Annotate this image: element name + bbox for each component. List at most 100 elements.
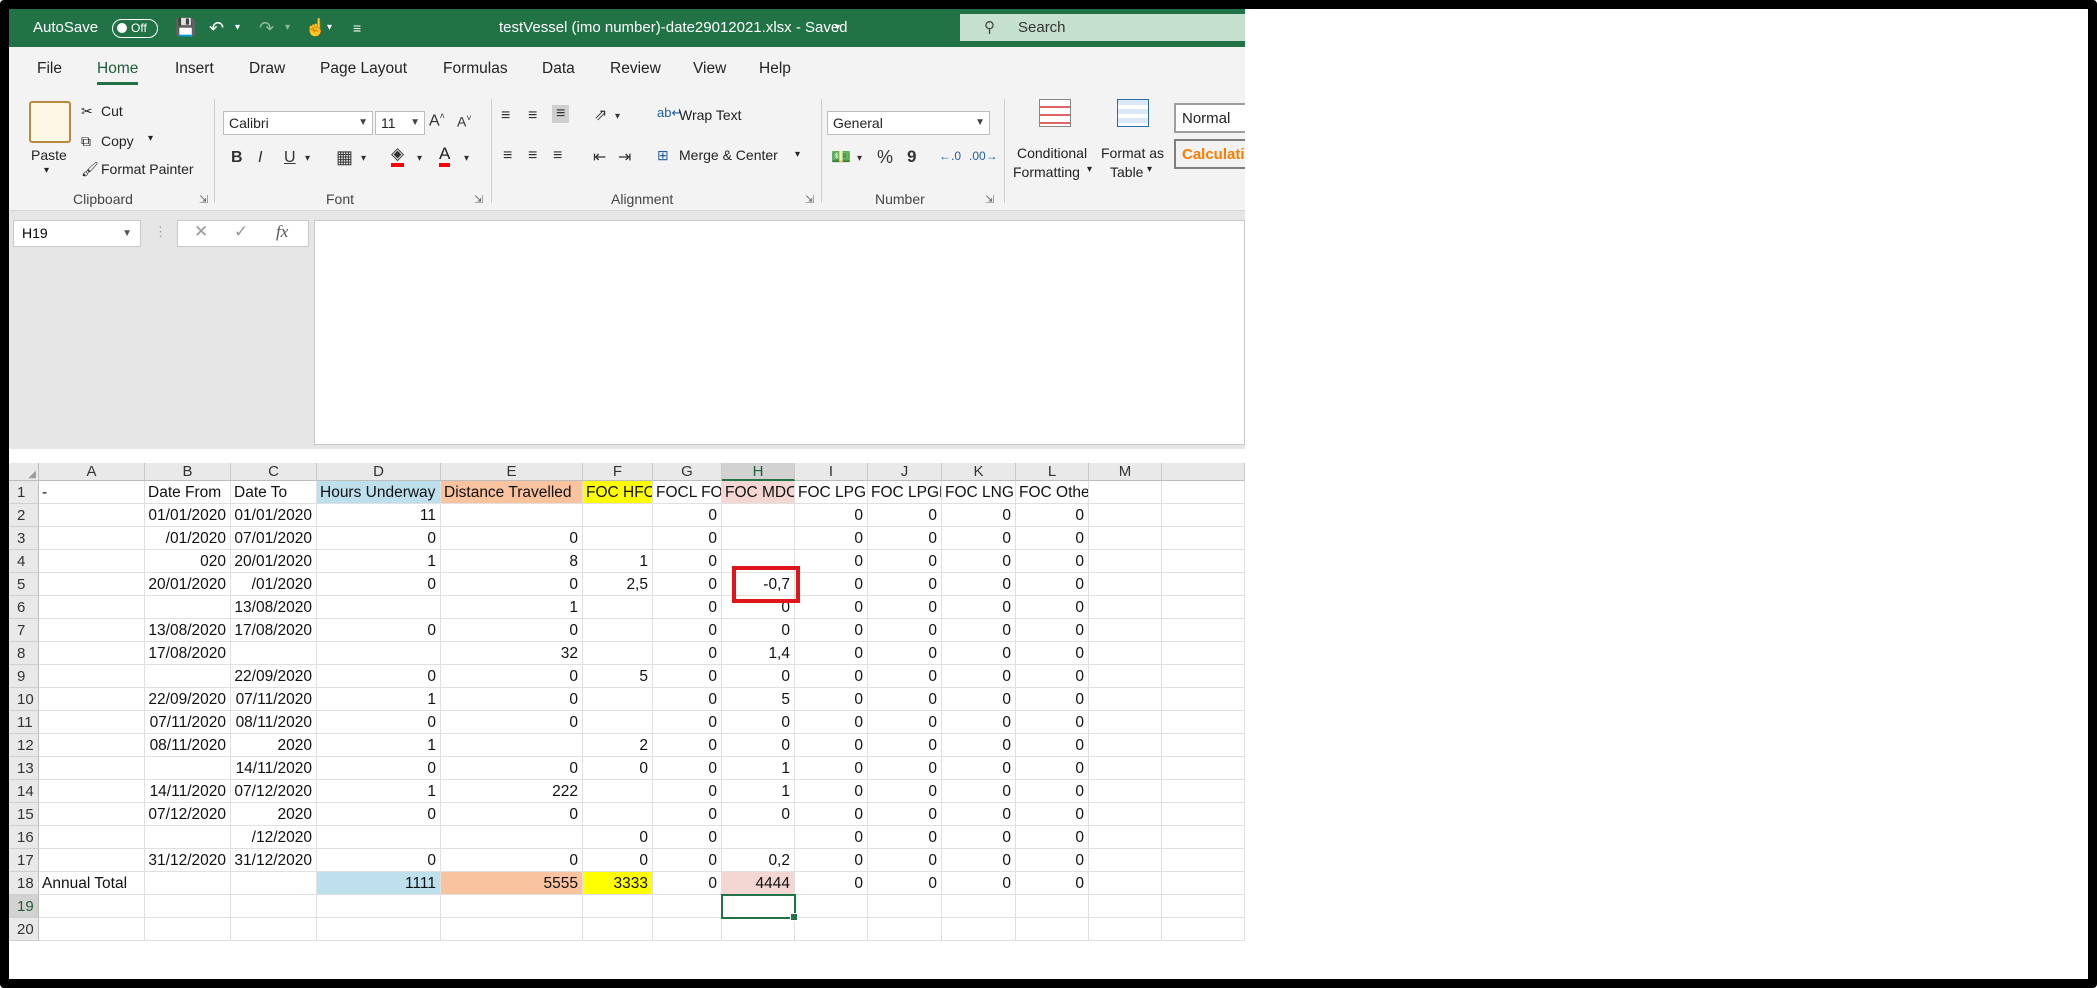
cell-a18[interactable]: Annual Total: [39, 872, 145, 895]
cell-l9[interactable]: 0: [1016, 665, 1089, 688]
cell-e9[interactable]: 0: [441, 665, 583, 688]
cell-k10[interactable]: 0: [942, 688, 1016, 711]
underline-dropdown-icon[interactable]: ▾: [305, 153, 310, 164]
cell-e5[interactable]: 0: [441, 573, 583, 596]
row-header-6[interactable]: 6: [9, 596, 39, 619]
cell-g20[interactable]: [653, 918, 722, 941]
cell-e8[interactable]: 32: [441, 642, 583, 665]
cell-h15[interactable]: 0: [722, 803, 795, 826]
increase-font-icon[interactable]: A˄: [429, 111, 445, 130]
bold-button[interactable]: B: [231, 149, 243, 167]
cell-g16[interactable]: 0: [653, 826, 722, 849]
cell-n18[interactable]: [1162, 872, 1245, 895]
formula-input[interactable]: [314, 220, 1245, 445]
insert-function-icon[interactable]: fx: [276, 222, 288, 242]
font-launcher-icon[interactable]: ⇲: [474, 193, 483, 206]
cell-e19[interactable]: [441, 895, 583, 918]
cell-m14[interactable]: [1089, 780, 1162, 803]
cell-m3[interactable]: [1089, 527, 1162, 550]
tab-file[interactable]: File: [37, 47, 62, 91]
cell-d1[interactable]: Hours Underway: [317, 481, 441, 504]
cell-k18[interactable]: 0: [942, 872, 1016, 895]
tab-page-layout[interactable]: Page Layout: [320, 47, 407, 91]
cell-d10[interactable]: 1: [317, 688, 441, 711]
style-normal[interactable]: Normal: [1174, 103, 1245, 133]
accounting-dropdown-icon[interactable]: ▾: [857, 153, 862, 164]
cell-i19[interactable]: [795, 895, 868, 918]
conditional-formatting-label-1[interactable]: Conditional: [1017, 145, 1087, 161]
cell-n8[interactable]: [1162, 642, 1245, 665]
cell-f15[interactable]: [583, 803, 653, 826]
cell-g4[interactable]: 0: [653, 550, 722, 573]
cell-j7[interactable]: 0: [868, 619, 942, 642]
cell-n9[interactable]: [1162, 665, 1245, 688]
cell-a3[interactable]: [39, 527, 145, 550]
cell-i12[interactable]: 0: [795, 734, 868, 757]
merge-center-button[interactable]: Merge & Center: [679, 147, 778, 163]
cell-b3[interactable]: /01/2020: [145, 527, 231, 550]
cell-g8[interactable]: 0: [653, 642, 722, 665]
font-color-dropdown-icon[interactable]: ▾: [464, 153, 469, 164]
cell-e7[interactable]: 0: [441, 619, 583, 642]
cell-k5[interactable]: 0: [942, 573, 1016, 596]
format-as-table-label-1[interactable]: Format as: [1101, 145, 1164, 161]
touch-dropdown-icon[interactable]: ▾: [327, 9, 332, 47]
cell-e15[interactable]: 0: [441, 803, 583, 826]
row-header-7[interactable]: 7: [9, 619, 39, 642]
style-calculation[interactable]: Calculation: [1174, 139, 1245, 169]
cell-m10[interactable]: [1089, 688, 1162, 711]
cell-i5[interactable]: 0: [795, 573, 868, 596]
cell-e20[interactable]: [441, 918, 583, 941]
cell-d12[interactable]: 1: [317, 734, 441, 757]
cell-g12[interactable]: 0: [653, 734, 722, 757]
column-header-k[interactable]: K: [942, 463, 1016, 481]
cell-b16[interactable]: [145, 826, 231, 849]
row-header-3[interactable]: 3: [9, 527, 39, 550]
cell-g10[interactable]: 0: [653, 688, 722, 711]
paste-button[interactable]: Paste: [31, 147, 67, 163]
format-as-table-icon[interactable]: [1117, 99, 1149, 127]
cell-d19[interactable]: [317, 895, 441, 918]
cell-n12[interactable]: [1162, 734, 1245, 757]
cell-l6[interactable]: 0: [1016, 596, 1089, 619]
cell-m1[interactable]: [1089, 481, 1162, 504]
cell-l7[interactable]: 0: [1016, 619, 1089, 642]
cell-l16[interactable]: 0: [1016, 826, 1089, 849]
cell-j3[interactable]: 0: [868, 527, 942, 550]
cell-k2[interactable]: 0: [942, 504, 1016, 527]
fill-color-dropdown-icon[interactable]: ▾: [417, 153, 422, 164]
cell-b2[interactable]: 01/01/2020: [145, 504, 231, 527]
row-header-20[interactable]: 20: [9, 918, 39, 941]
cell-b6[interactable]: [145, 596, 231, 619]
row-header-14[interactable]: 14: [9, 780, 39, 803]
cell-k12[interactable]: 0: [942, 734, 1016, 757]
cell-l12[interactable]: 0: [1016, 734, 1089, 757]
cell-a16[interactable]: [39, 826, 145, 849]
cell-c13[interactable]: 14/11/2020: [231, 757, 317, 780]
cell-e12[interactable]: [441, 734, 583, 757]
cell-l3[interactable]: 0: [1016, 527, 1089, 550]
column-header-i[interactable]: I: [795, 463, 868, 481]
cell-f6[interactable]: [583, 596, 653, 619]
align-right-icon[interactable]: ≡: [553, 147, 562, 165]
cell-d20[interactable]: [317, 918, 441, 941]
cell-n14[interactable]: [1162, 780, 1245, 803]
align-middle-icon[interactable]: ≡: [528, 107, 537, 125]
cell-d3[interactable]: 0: [317, 527, 441, 550]
cell-i15[interactable]: 0: [795, 803, 868, 826]
clipboard-launcher-icon[interactable]: ⇲: [199, 193, 208, 206]
cell-h10[interactable]: 5: [722, 688, 795, 711]
cell-c11[interactable]: 08/11/2020: [231, 711, 317, 734]
align-center-icon[interactable]: ≡: [528, 147, 537, 165]
cell-a13[interactable]: [39, 757, 145, 780]
cell-a20[interactable]: [39, 918, 145, 941]
cell-g5[interactable]: 0: [653, 573, 722, 596]
cut-button[interactable]: Cut: [101, 103, 123, 119]
cell-e3[interactable]: 0: [441, 527, 583, 550]
font-name-select[interactable]: Calibri ▼: [223, 111, 373, 135]
orientation-dropdown-icon[interactable]: ▾: [615, 111, 620, 122]
touch-mode-icon[interactable]: ☝: [305, 9, 326, 47]
cell-c4[interactable]: 20/01/2020: [231, 550, 317, 573]
name-box[interactable]: H19 ▼: [13, 220, 141, 247]
cell-m19[interactable]: [1089, 895, 1162, 918]
